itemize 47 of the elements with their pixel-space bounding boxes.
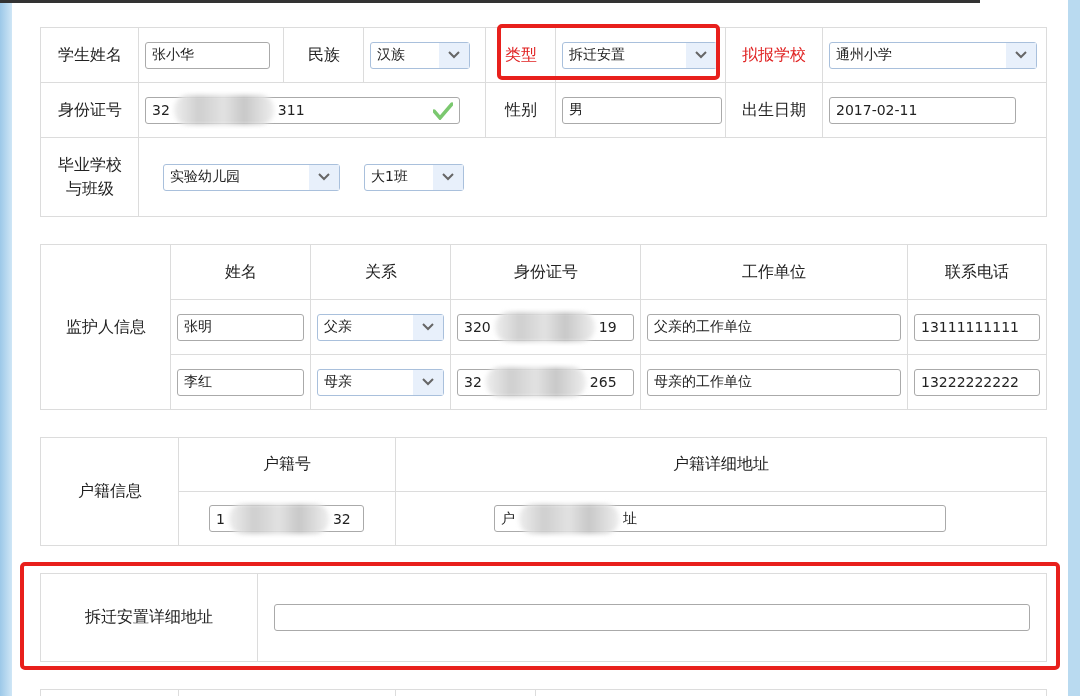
- text-field[interactable]: 13111111111: [914, 313, 1040, 341]
- field-label: 性别: [504, 99, 537, 119]
- text-field[interactable]: [274, 604, 1030, 631]
- field-label: 身份证号: [57, 99, 122, 119]
- text-field[interactable]: 1 32: [209, 505, 364, 532]
- text-field[interactable]: 13222222222: [914, 368, 1040, 396]
- section-label: 户籍信息: [77, 481, 142, 500]
- text-field[interactable]: 2017-02-11: [829, 96, 1016, 124]
- text-field[interactable]: 32 265: [457, 368, 634, 396]
- column-header: 户籍详细地址: [673, 454, 769, 473]
- dropdown[interactable]: 父亲: [317, 313, 444, 341]
- section-label: 拆迁安置详细地址: [85, 607, 213, 626]
- text-field[interactable]: 户 址: [494, 505, 946, 532]
- field-label: 拟报学校: [742, 44, 806, 64]
- chevron-down-icon: [686, 42, 716, 68]
- field-label: 学生姓名: [57, 44, 122, 64]
- column-header: 联系电话: [945, 261, 1009, 281]
- dropdown[interactable]: 汉族: [370, 41, 470, 69]
- dropdown[interactable]: 拆迁安置: [562, 41, 717, 69]
- column-header: 姓名: [224, 261, 257, 281]
- chevron-down-icon: [309, 164, 339, 190]
- chevron-down-icon: [413, 314, 443, 340]
- field-label: 民族: [307, 44, 340, 64]
- text-field[interactable]: 父亲的工作单位: [647, 313, 901, 341]
- column-header: 工作单位: [742, 261, 806, 281]
- field-label: 毕业学校与班级: [56, 154, 123, 200]
- chevron-down-icon: [413, 369, 443, 395]
- text-field[interactable]: 李红: [177, 368, 304, 396]
- section-label: 监护人信息: [65, 316, 146, 336]
- field-label: 出生日期: [742, 99, 806, 119]
- chevron-down-icon: [433, 164, 463, 190]
- column-header: 户籍号: [263, 454, 311, 473]
- column-header: 身份证号: [513, 261, 578, 281]
- text-field[interactable]: 32 311: [145, 96, 460, 124]
- field-label: 类型: [504, 44, 537, 64]
- text-field[interactable]: 男: [562, 96, 722, 124]
- dropdown[interactable]: 实验幼儿园: [163, 163, 340, 191]
- chevron-down-icon: [1006, 42, 1036, 68]
- chevron-down-icon: [439, 42, 469, 68]
- text-field[interactable]: 张明: [177, 313, 304, 341]
- dropdown[interactable]: 通州小学: [829, 41, 1037, 69]
- text-field[interactable]: 张小华: [145, 41, 270, 69]
- column-header: 关系: [364, 261, 397, 281]
- text-field[interactable]: 320 19: [457, 313, 634, 341]
- dropdown[interactable]: 大1班: [364, 163, 464, 191]
- text-field[interactable]: 母亲的工作单位: [647, 368, 901, 396]
- dropdown[interactable]: 母亲: [317, 368, 444, 396]
